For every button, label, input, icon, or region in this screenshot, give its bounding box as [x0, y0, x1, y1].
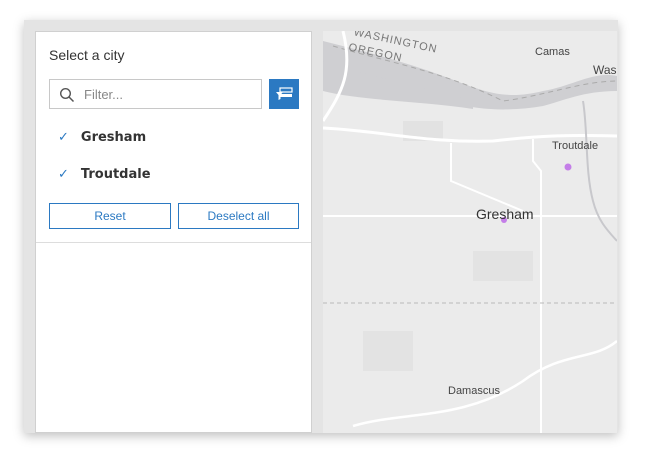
map-label-troutdale: Troutdale — [552, 140, 599, 152]
map-label-damascus: Damascus — [448, 385, 500, 397]
filter-placeholder: Filter... — [84, 87, 124, 102]
search-icon — [59, 87, 75, 103]
divider — [36, 242, 311, 243]
basemap — [323, 31, 617, 433]
map-label-camas: Camas — [535, 46, 570, 58]
reset-button[interactable]: Reset — [49, 203, 171, 229]
city-selector-panel: Select a city Filter... ✓ Gresham ✓ Troutd… — [35, 31, 312, 433]
item-label: Gresham — [80, 130, 147, 145]
list-item-troutdale[interactable]: ✓ Troutdale — [58, 167, 151, 182]
check-icon: ✓ — [58, 167, 69, 182]
list-item-gresham[interactable]: ✓ Gresham — [58, 130, 146, 145]
filter-input[interactable]: Filter... — [49, 79, 262, 109]
panel-title: Select a city — [49, 47, 125, 63]
filter-icon — [276, 87, 293, 100]
item-label: Troutdale — [80, 167, 151, 182]
map-label-washougal: Was — [593, 63, 617, 77]
map-label-gresham: Gresham — [476, 206, 534, 222]
filter-options-button[interactable] — [269, 79, 299, 109]
check-icon: ✓ — [58, 130, 69, 145]
map-view[interactable]: WASHINGTON OREGON Camas Was Troutdale Gr… — [323, 31, 617, 433]
deselect-all-button[interactable]: Deselect all — [178, 203, 299, 229]
troutdale-point — [564, 163, 572, 171]
